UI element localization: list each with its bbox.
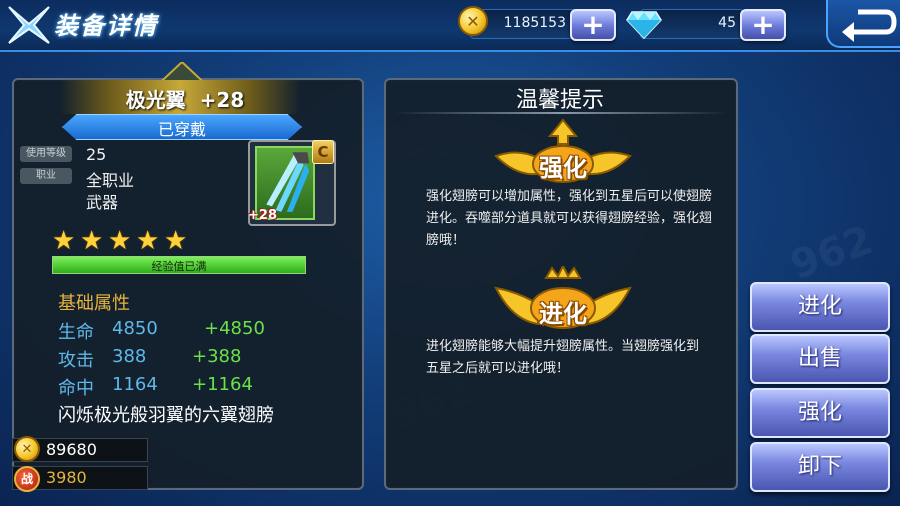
gold-coin-icon: ✕: [14, 436, 40, 462]
class-tag: 职业: [20, 168, 72, 184]
attr-value: 1164: [112, 374, 158, 395]
item-name: 极光翼 +28: [125, 88, 245, 112]
star-icon: ★: [108, 226, 132, 256]
star-icon: ★: [52, 226, 76, 256]
attr-name: 生命: [58, 322, 94, 343]
exp-status: 经验值已满: [151, 260, 207, 273]
base-attributes-title: 基础属性: [58, 293, 130, 314]
class-value: 全职业: [86, 171, 135, 190]
star-icon: ★: [136, 226, 160, 256]
diamond-icon: [626, 11, 662, 40]
gold-coin-icon: ✕: [458, 6, 488, 36]
back-arrow-icon: [842, 9, 897, 42]
attr-bonus: +388: [192, 346, 242, 367]
type-value: 武器: [86, 193, 119, 212]
use-level-value: 25: [86, 145, 107, 164]
evolve-button[interactable]: 进化: [750, 282, 890, 332]
gold-value: 1185153: [503, 15, 566, 31]
watermark: 962: [784, 217, 879, 289]
worn-status: 已穿戴: [157, 120, 206, 139]
page-title: 装备详情: [54, 12, 158, 40]
strengthen-badge-label: 强化: [539, 154, 587, 182]
add-diamond-button[interactable]: +: [740, 9, 786, 41]
sell-button[interactable]: 出售: [750, 334, 890, 384]
battle-power-icon: 战: [14, 466, 40, 492]
star-icon: ★: [164, 226, 188, 256]
footer-gold-value: 89680: [46, 440, 97, 459]
attr-name: 攻击: [58, 350, 94, 371]
strengthen-tip-text: 强化翅膀可以增加属性，强化到五星后可以使翅膀进化。吞噬部分道具就可以获得翅膀经验…: [426, 189, 713, 248]
add-gold-button[interactable]: +: [570, 9, 616, 41]
attr-value: 4850: [112, 318, 158, 339]
attr-bonus: +4850: [204, 318, 265, 339]
x-emblem-icon: [8, 6, 50, 44]
back-button[interactable]: [826, 0, 900, 48]
attr-name: 命中: [58, 378, 94, 399]
tips-divider: [394, 112, 728, 114]
item-enhance-level: +28: [199, 88, 245, 112]
tips-title: 温馨提示: [515, 88, 604, 113]
attr-bonus: +1164: [192, 374, 253, 395]
grade-badge: C: [312, 140, 334, 164]
use-level-tag: 使用等级: [20, 146, 72, 162]
top-bar: 装备详情 ✕ 1185153 + 45 +: [0, 0, 900, 52]
unequip-button[interactable]: 卸下: [750, 442, 890, 492]
attr-value: 388: [112, 346, 147, 367]
diamond-value: 45: [718, 15, 736, 31]
evolve-badge-label: 进化: [539, 300, 587, 328]
evolve-tip-text: 进化翅膀能够大幅提升翅膀属性。当翅膀强化到五星之后就可以进化哦！: [426, 339, 700, 376]
battle-power-value: 3980: [46, 468, 87, 487]
plus-level-badge: +28: [248, 208, 277, 223]
star-icon: ★: [80, 226, 104, 256]
item-description: 闪烁极光般羽翼的六翼翅膀: [58, 405, 274, 426]
strengthen-button[interactable]: 强化: [750, 388, 890, 438]
